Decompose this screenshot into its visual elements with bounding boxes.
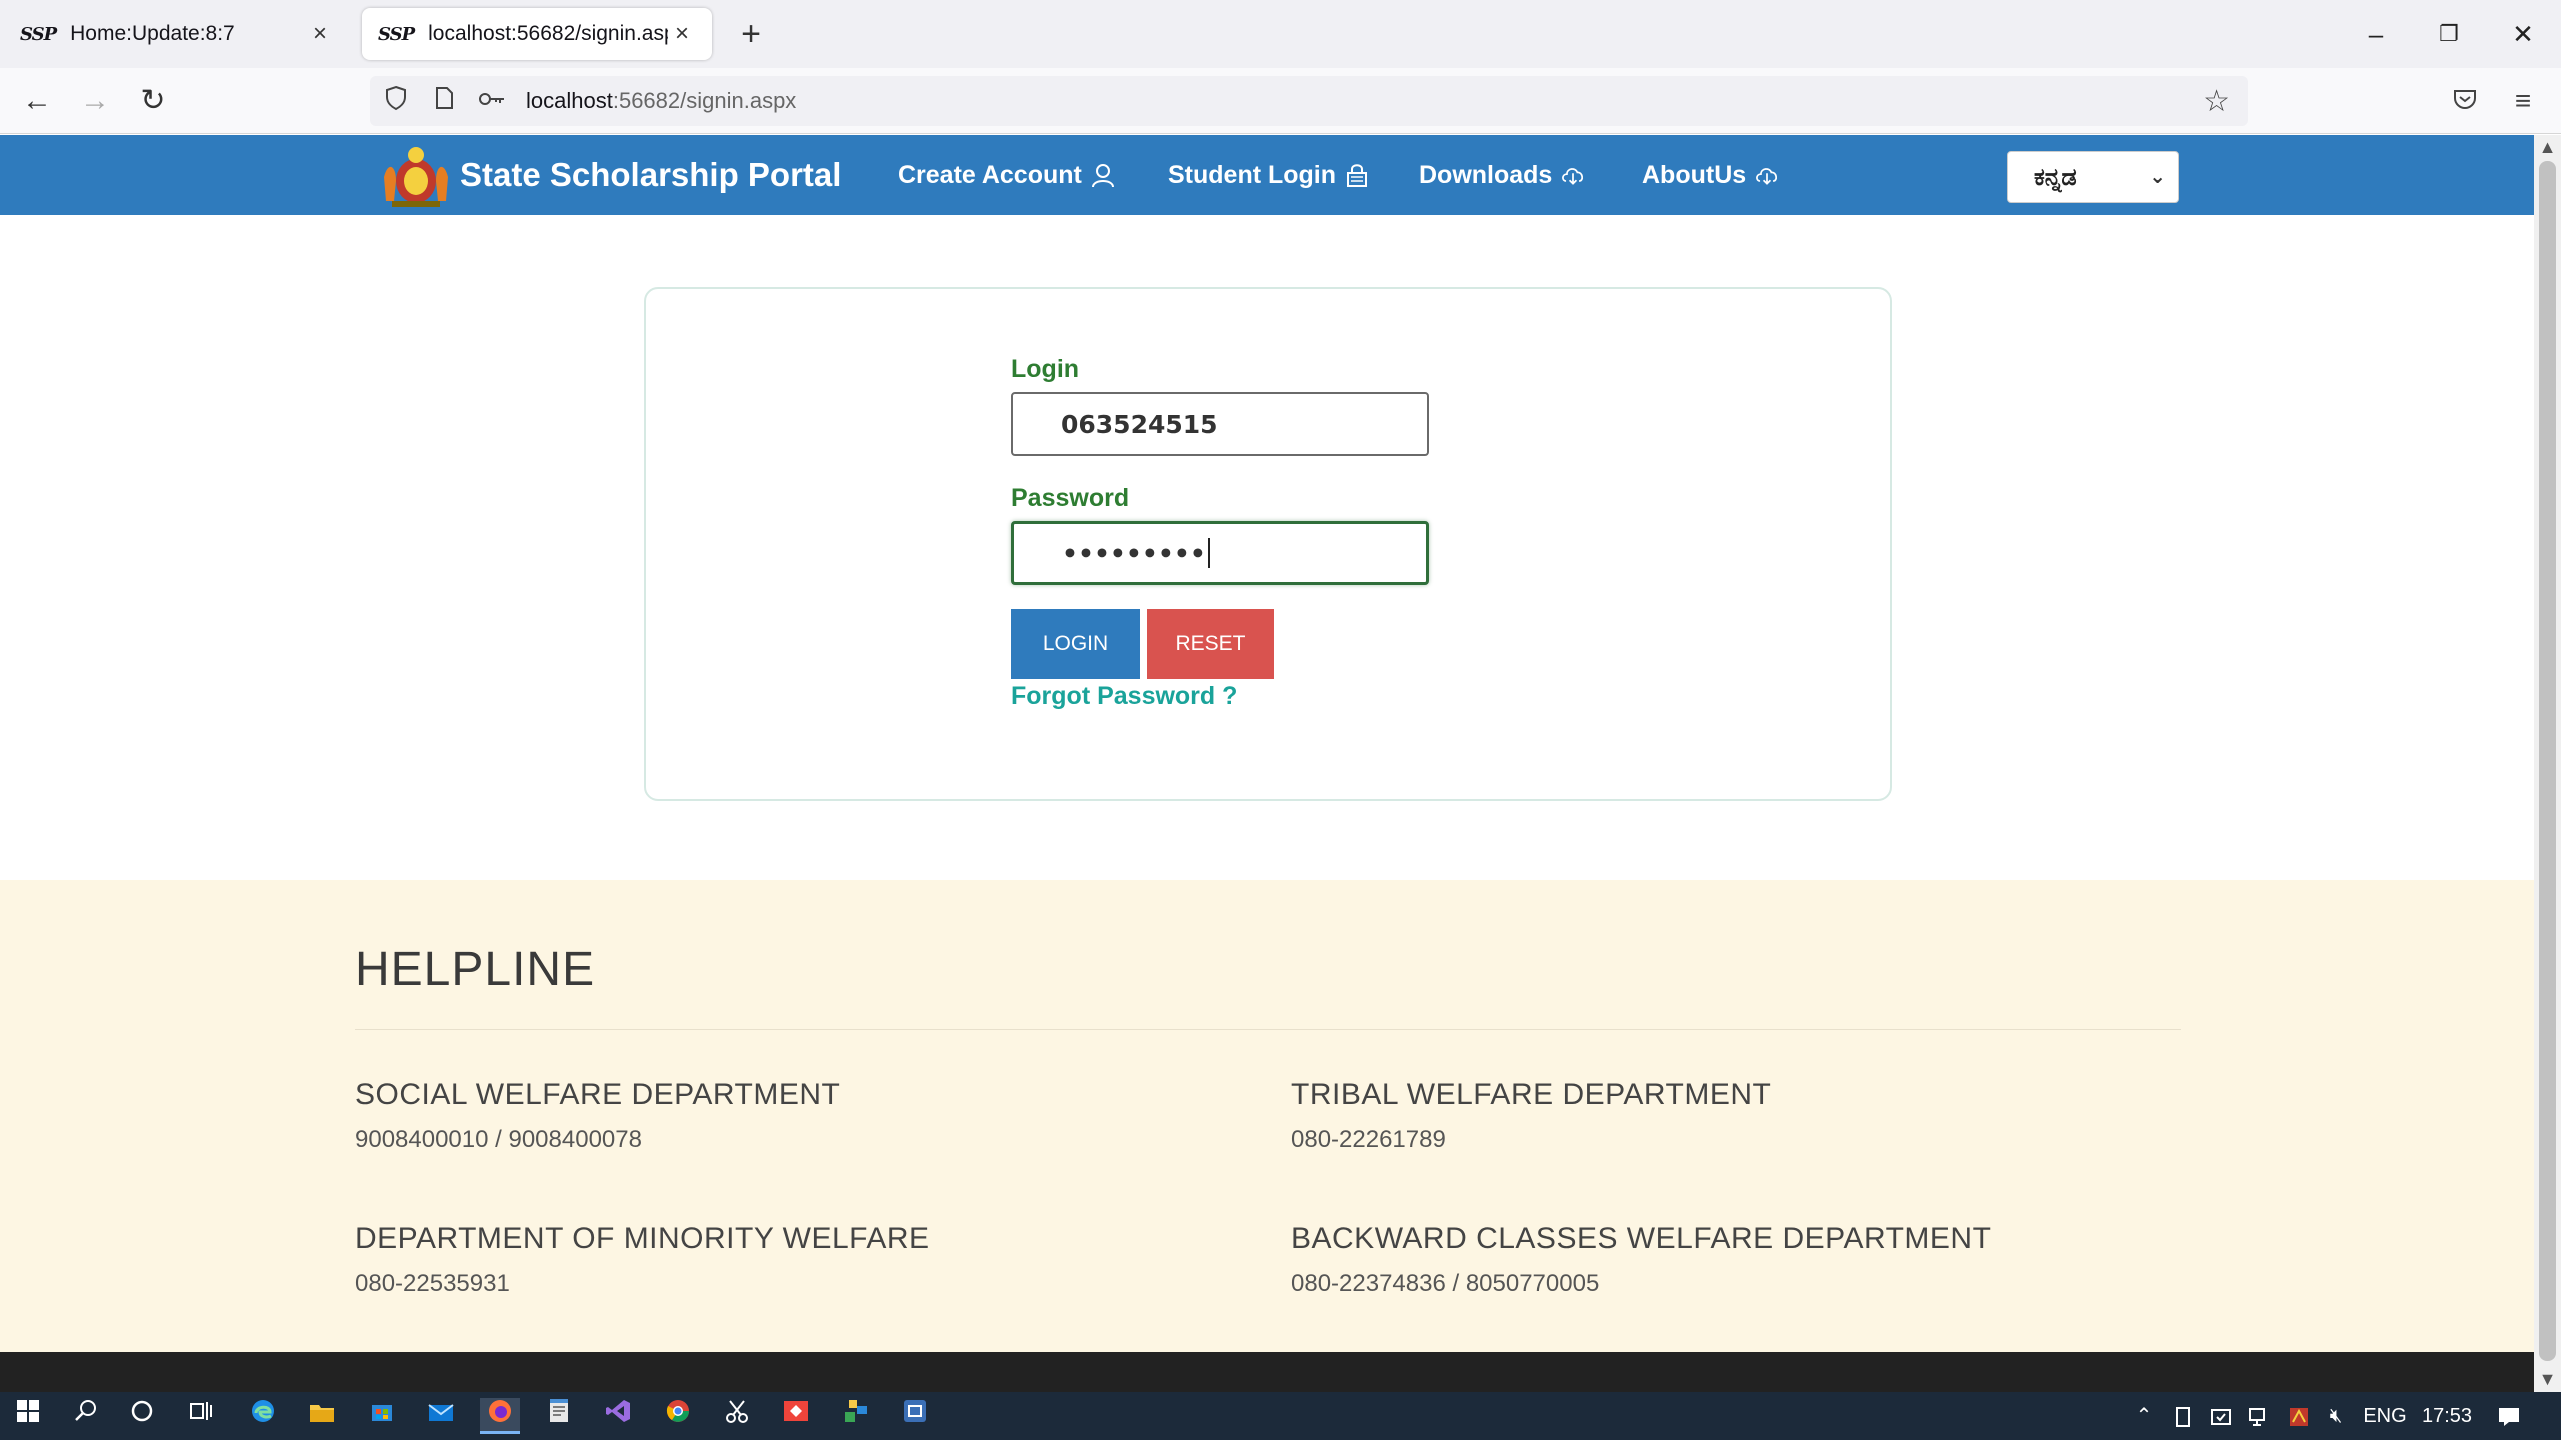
anydesk-icon[interactable]: [776, 1398, 816, 1434]
security-icon[interactable]: [2206, 1392, 2236, 1440]
snipping-tool-icon[interactable]: [717, 1398, 757, 1434]
password-input-value: •••••••••: [1062, 538, 1206, 568]
search-icon[interactable]: [66, 1398, 106, 1434]
hamburger-menu-icon[interactable]: ≡: [2500, 78, 2546, 124]
close-tab-icon[interactable]: ×: [306, 20, 334, 48]
ssms-icon[interactable]: [895, 1398, 935, 1434]
user-icon: [1091, 164, 1114, 188]
edge-icon[interactable]: [243, 1398, 283, 1434]
dept-social-welfare: SOCIAL WELFARE DEPARTMENT: [355, 1078, 841, 1111]
reload-icon[interactable]: ↻: [130, 78, 176, 124]
language-select[interactable]: ಕನ್ನಡ ⌄: [2007, 151, 2179, 203]
ssp-favicon-icon: SSP: [378, 23, 415, 45]
chrome-icon[interactable]: [658, 1398, 698, 1434]
login-button[interactable]: LOGIN: [1011, 609, 1140, 679]
address-bar[interactable]: localhost:56682/signin.aspx ☆: [370, 76, 2248, 126]
lock-icon: [1347, 164, 1368, 187]
url-host: localhost: [526, 88, 613, 113]
forgot-password-link[interactable]: Forgot Password ?: [1011, 682, 1237, 711]
tab-signin[interactable]: SSP localhost:56682/signin.aspx ×: [362, 8, 712, 60]
tab-title: Home:Update:8:7: [70, 22, 235, 45]
nav-label: AboutUs: [1642, 160, 1747, 189]
input-language[interactable]: ENG: [2360, 1392, 2410, 1440]
volume-muted-icon[interactable]: 🔇︎: [2320, 1392, 2352, 1440]
browser-nav-bar: ← → ↻ localhost:56682/signin.aspx ☆ ≡: [0, 68, 2561, 134]
text-caret: [1207, 538, 1210, 568]
helpline-section: HELPLINE SOCIAL WELFARE DEPARTMENT 90084…: [0, 880, 2534, 1352]
nav-label: Downloads: [1419, 160, 1553, 189]
nav-aboutus[interactable]: AboutUs: [1642, 135, 1780, 215]
app-tray-icon[interactable]: [2284, 1392, 2314, 1440]
windows-start-icon[interactable]: [8, 1398, 48, 1434]
nav-create-account[interactable]: Create Account: [898, 135, 1116, 215]
restore-icon[interactable]: ❐: [2413, 10, 2485, 58]
nav-label: Create Account: [898, 160, 1082, 189]
back-arrow-icon[interactable]: ←: [14, 78, 60, 124]
scroll-thumb[interactable]: [2539, 161, 2556, 1361]
karnataka-emblem-icon: [378, 141, 454, 209]
login-input-value: 063524515: [1061, 409, 1218, 439]
cloud-download-icon: [1756, 168, 1778, 185]
dept-social-welfare-phone: 9008400010 / 9008400078: [355, 1126, 642, 1153]
dept-minority-welfare: DEPARTMENT OF MINORITY WELFARE: [355, 1222, 930, 1255]
minimize-icon[interactable]: –: [2340, 10, 2412, 58]
brand[interactable]: State Scholarship Portal: [378, 141, 841, 209]
password-input[interactable]: •••••••••: [1011, 521, 1429, 585]
clock[interactable]: 17:53: [2418, 1392, 2476, 1440]
store-icon[interactable]: [362, 1398, 402, 1434]
nav-label: Student Login: [1168, 160, 1337, 189]
dept-tribal-welfare: TRIBAL WELFARE DEPARTMENT: [1291, 1078, 1772, 1111]
notepad-icon[interactable]: [539, 1398, 579, 1434]
chevron-down-icon: ⌄: [2149, 164, 2166, 188]
login-label: Login: [1011, 355, 1080, 383]
close-window-icon[interactable]: ✕: [2487, 10, 2559, 58]
cortana-icon[interactable]: [122, 1398, 162, 1434]
shield-icon[interactable]: [382, 85, 410, 118]
divider: [355, 1029, 2181, 1030]
notifications-icon[interactable]: [2492, 1392, 2526, 1440]
close-tab-icon[interactable]: ×: [668, 20, 696, 48]
browser-tab-bar: SSP Home:Update:8:7 × SSP localhost:5668…: [0, 0, 2561, 68]
usb-icon[interactable]: [2168, 1392, 2198, 1440]
password-label: Password: [1011, 484, 1130, 512]
dept-backward-classes: BACKWARD CLASSES WELFARE DEPARTMENT: [1291, 1222, 1992, 1255]
firefox-icon[interactable]: [480, 1398, 520, 1434]
dept-tribal-welfare-phone: 080-22261789: [1291, 1126, 1446, 1153]
network-icon[interactable]: [2245, 1392, 2275, 1440]
page-icon[interactable]: [430, 86, 458, 117]
file-explorer-icon[interactable]: [302, 1398, 342, 1434]
page-scrollbar[interactable]: ▲ ▼: [2534, 135, 2561, 1392]
ssp-favicon-icon: SSP: [20, 23, 57, 45]
windows-taskbar: ⌃ 🔇︎ ENG 17:53: [0, 1392, 2561, 1440]
scroll-down-icon[interactable]: ▼: [2534, 1369, 2561, 1390]
mail-icon[interactable]: [421, 1398, 461, 1434]
new-tab-plus-icon[interactable]: +: [736, 14, 766, 54]
dept-backward-classes-phone: 080-22374836 / 8050770005: [1291, 1270, 1600, 1297]
network-tool-icon[interactable]: [836, 1398, 876, 1434]
pocket-icon[interactable]: [2442, 78, 2488, 124]
key-icon[interactable]: [478, 87, 506, 115]
cloud-download-icon: [1562, 168, 1584, 185]
task-view-icon[interactable]: [180, 1398, 220, 1434]
tab-home-update[interactable]: SSP Home:Update:8:7 ×: [4, 8, 350, 60]
url-path: :56682/signin.aspx: [612, 88, 797, 113]
language-selected: ಕನ್ನಡ: [2034, 163, 2077, 191]
reset-button[interactable]: RESET: [1147, 609, 1274, 679]
bookmark-star-icon[interactable]: ☆: [2203, 84, 2230, 119]
visual-studio-icon[interactable]: [598, 1398, 638, 1434]
login-input[interactable]: 063524515: [1011, 392, 1429, 456]
brand-title: State Scholarship Portal: [460, 156, 842, 193]
tab-title: localhost:56682/signin.aspx: [428, 22, 668, 45]
site-header: State Scholarship Portal Create Account …: [0, 135, 2534, 215]
footer-strip: [0, 1352, 2534, 1392]
nav-student-login[interactable]: Student Login: [1168, 135, 1370, 215]
scroll-up-icon[interactable]: ▲: [2534, 137, 2561, 158]
show-hidden-icons-icon[interactable]: ⌃: [2130, 1392, 2158, 1440]
forward-arrow-icon[interactable]: →: [72, 78, 118, 124]
dept-minority-welfare-phone: 080-22535931: [355, 1270, 510, 1297]
helpline-title: HELPLINE: [355, 943, 596, 996]
nav-downloads[interactable]: Downloads: [1419, 135, 1586, 215]
